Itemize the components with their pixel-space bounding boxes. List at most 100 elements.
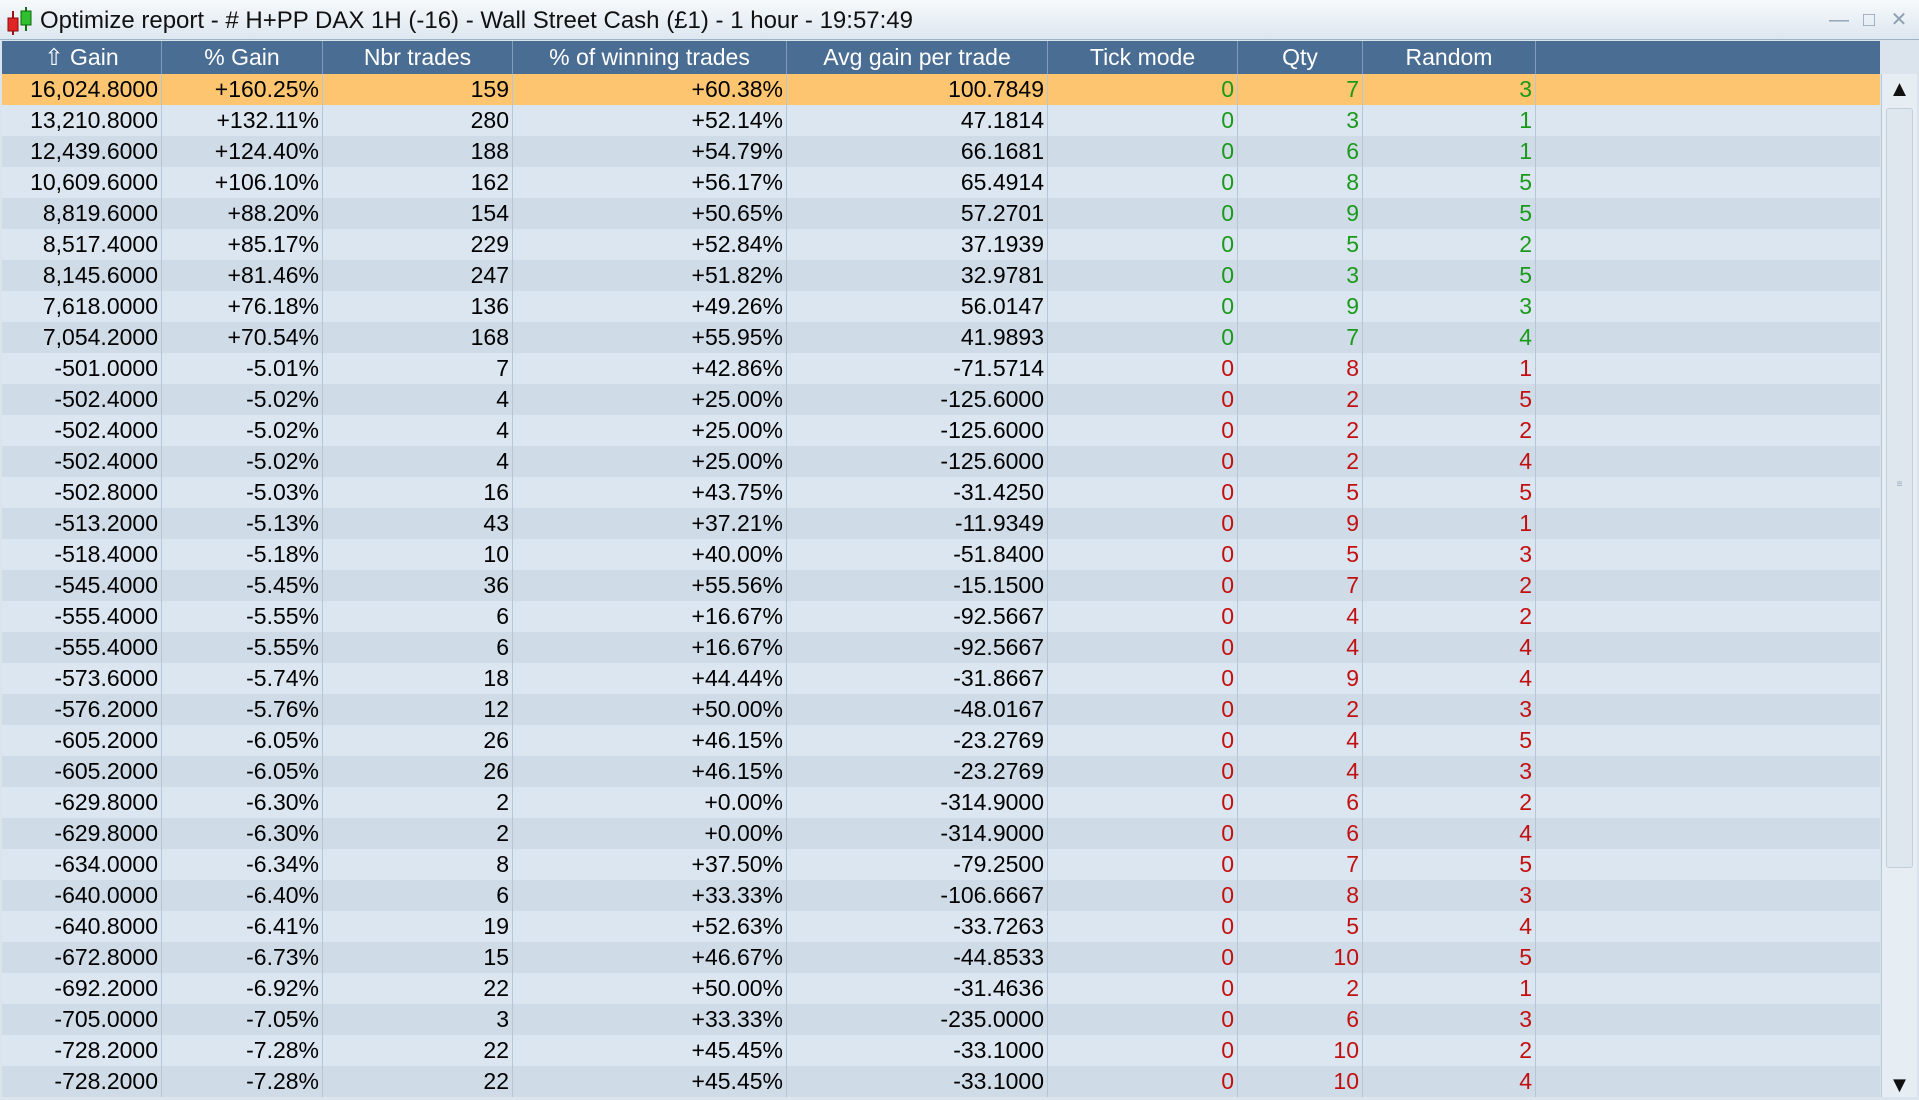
table-row[interactable]: -629.8000 -6.30% 2 +0.00% -314.9000 0 6 2	[2, 787, 1880, 818]
table-row[interactable]: -672.8000 -6.73% 15 +46.67% -44.8533 0 10 5	[2, 942, 1880, 973]
cell-tick-mode: 0	[1048, 973, 1238, 1004]
minimize-icon[interactable]: —	[1827, 8, 1851, 32]
cell-avg-gain: -125.6000	[787, 415, 1048, 446]
cell-qty: 3	[1238, 260, 1363, 291]
table-row[interactable]: -629.8000 -6.30% 2 +0.00% -314.9000 0 6 4	[2, 818, 1880, 849]
cell-qty: 2	[1238, 973, 1363, 1004]
scroll-up-arrow-icon[interactable]: ▲	[1882, 74, 1917, 104]
table-row[interactable]: 16,024.8000 +160.25% 159 +60.38% 100.7849 0 7 3	[2, 74, 1880, 105]
cell-tick-mode: 0	[1048, 291, 1238, 322]
table-row[interactable]: -728.2000 -7.28% 22 +45.45% -33.1000 0 10 2	[2, 1035, 1880, 1066]
cell-avg-gain: -235.0000	[787, 1004, 1048, 1035]
column-header-tick-mode[interactable]: Tick mode	[1048, 41, 1238, 74]
cell-gain: -576.2000	[2, 694, 162, 725]
table-row[interactable]: -545.4000 -5.45% 36 +55.56% -15.1500 0 7 2	[2, 570, 1880, 601]
cell-random: 4	[1363, 663, 1536, 694]
table-row[interactable]: 7,054.2000 +70.54% 168 +55.95% 41.9893 0 7 4	[2, 322, 1880, 353]
cell-qty: 5	[1238, 477, 1363, 508]
cell-nbr-trades: 3	[323, 1004, 513, 1035]
cell-qty: 10	[1238, 1066, 1363, 1097]
table-row[interactable]: -692.2000 -6.92% 22 +50.00% -31.4636 0 2 1	[2, 973, 1880, 1004]
table-row[interactable]: 7,618.0000 +76.18% 136 +49.26% 56.0147 0 9 3	[2, 291, 1880, 322]
table-row[interactable]: -634.0000 -6.34% 8 +37.50% -79.2500 0 7 5	[2, 849, 1880, 880]
scroll-thumb[interactable]: ≡	[1886, 108, 1913, 868]
table-row[interactable]: 8,517.4000 +85.17% 229 +52.84% 37.1939 0 5 2	[2, 229, 1880, 260]
maximize-icon[interactable]: □	[1857, 8, 1881, 32]
cell-tick-mode: 0	[1048, 539, 1238, 570]
cell-random: 2	[1363, 415, 1536, 446]
cell-qty: 9	[1238, 663, 1363, 694]
table-row[interactable]: -502.4000 -5.02% 4 +25.00% -125.6000 0 2 5	[2, 384, 1880, 415]
cell-qty: 9	[1238, 291, 1363, 322]
cell-random: 1	[1363, 353, 1536, 384]
table-row[interactable]: 8,819.6000 +88.20% 154 +50.65% 57.2701 0 9 5	[2, 198, 1880, 229]
table-row[interactable]: 12,439.6000 +124.40% 188 +54.79% 66.1681 0 6 1	[2, 136, 1880, 167]
cell-pct-winning: +0.00%	[513, 818, 787, 849]
column-header-qty[interactable]: Qty	[1238, 41, 1363, 74]
table-row[interactable]: -518.4000 -5.18% 10 +40.00% -51.8400 0 5 3	[2, 539, 1880, 570]
cell-pct-winning: +25.00%	[513, 415, 787, 446]
table-row[interactable]: -605.2000 -6.05% 26 +46.15% -23.2769 0 4 3	[2, 756, 1880, 787]
cell-gain: 10,609.6000	[2, 167, 162, 198]
cell-qty: 7	[1238, 849, 1363, 880]
table-row[interactable]: -502.8000 -5.03% 16 +43.75% -31.4250 0 5 5	[2, 477, 1880, 508]
cell-random: 3	[1363, 74, 1536, 105]
table-row[interactable]: -640.0000 -6.40% 6 +33.33% -106.6667 0 8 3	[2, 880, 1880, 911]
cell-nbr-trades: 10	[323, 539, 513, 570]
scroll-down-arrow-icon[interactable]: ▼	[1882, 1070, 1917, 1100]
table-row[interactable]: -605.2000 -6.05% 26 +46.15% -23.2769 0 4 5	[2, 725, 1880, 756]
column-header-gain[interactable]: ⇧ Gain	[2, 41, 162, 74]
table-row[interactable]: -501.0000 -5.01% 7 +42.86% -71.5714 0 8 1	[2, 353, 1880, 384]
table-row[interactable]: -728.2000 -7.28% 22 +45.45% -33.1000 0 10 4	[2, 1066, 1880, 1097]
table-row[interactable]: -502.4000 -5.02% 4 +25.00% -125.6000 0 2 2	[2, 415, 1880, 446]
table-row[interactable]: -555.4000 -5.55% 6 +16.67% -92.5667 0 4 2	[2, 601, 1880, 632]
cell-tick-mode: 0	[1048, 260, 1238, 291]
table-row[interactable]: -705.0000 -7.05% 3 +33.33% -235.0000 0 6 3	[2, 1004, 1880, 1035]
column-header-pct-winning[interactable]: % of winning trades	[513, 41, 787, 74]
cell-random: 3	[1363, 694, 1536, 725]
cell-qty: 2	[1238, 694, 1363, 725]
cell-random: 4	[1363, 1066, 1536, 1097]
cell-gain: -502.4000	[2, 446, 162, 477]
table-row[interactable]: -555.4000 -5.55% 6 +16.67% -92.5667 0 4 4	[2, 632, 1880, 663]
column-header-nbr-trades[interactable]: Nbr trades	[323, 41, 513, 74]
table-row[interactable]: -640.8000 -6.41% 19 +52.63% -33.7263 0 5 4	[2, 911, 1880, 942]
cell-pct-gain: +85.17%	[162, 229, 323, 260]
cell-nbr-trades: 7	[323, 353, 513, 384]
column-header-avg-gain[interactable]: Avg gain per trade	[787, 41, 1048, 74]
table-row[interactable]: 10,609.6000 +106.10% 162 +56.17% 65.4914 0 8 5	[2, 167, 1880, 198]
cell-avg-gain: 32.9781	[787, 260, 1048, 291]
column-header-label: Tick mode	[1089, 44, 1196, 70]
cell-pct-gain: -6.30%	[162, 787, 323, 818]
cell-nbr-trades: 8	[323, 849, 513, 880]
cell-nbr-trades: 12	[323, 694, 513, 725]
cell-avg-gain: -44.8533	[787, 942, 1048, 973]
table-row[interactable]: -513.2000 -5.13% 43 +37.21% -11.9349 0 9 1	[2, 508, 1880, 539]
cell-nbr-trades: 6	[323, 880, 513, 911]
title-bar[interactable]: Optimize report - # H+PP DAX 1H (-16) - …	[0, 0, 1919, 40]
cell-avg-gain: -314.9000	[787, 818, 1048, 849]
cell-pct-gain: -6.40%	[162, 880, 323, 911]
cell-gain: -573.6000	[2, 663, 162, 694]
thumb-grip-icon: ≡	[1896, 479, 1903, 490]
vertical-scrollbar[interactable]: ▲ ≡ ▼	[1881, 74, 1917, 1100]
cell-random: 3	[1363, 880, 1536, 911]
column-header-random[interactable]: Random	[1363, 41, 1536, 74]
cell-pct-gain: +70.54%	[162, 322, 323, 353]
table-row[interactable]: 13,210.8000 +132.11% 280 +52.14% 47.1814 0 3 1	[2, 105, 1880, 136]
cell-tick-mode: 0	[1048, 322, 1238, 353]
optimize-report-window: Optimize report - # H+PP DAX 1H (-16) - …	[0, 0, 1919, 1100]
cell-tick-mode: 0	[1048, 663, 1238, 694]
cell-pct-winning: +52.84%	[513, 229, 787, 260]
table-row[interactable]: -573.6000 -5.74% 18 +44.44% -31.8667 0 9 4	[2, 663, 1880, 694]
cell-tick-mode: 0	[1048, 725, 1238, 756]
cell-nbr-trades: 43	[323, 508, 513, 539]
close-icon[interactable]: ✕	[1887, 8, 1911, 32]
column-header-pct-gain[interactable]: % Gain	[162, 41, 323, 74]
table-row[interactable]: -576.2000 -5.76% 12 +50.00% -48.0167 0 2 3	[2, 694, 1880, 725]
table-row[interactable]: 8,145.6000 +81.46% 247 +51.82% 32.9781 0 3 5	[2, 260, 1880, 291]
cell-tick-mode: 0	[1048, 136, 1238, 167]
cell-avg-gain: -31.4636	[787, 973, 1048, 1004]
table-row[interactable]: -502.4000 -5.02% 4 +25.00% -125.6000 0 2 4	[2, 446, 1880, 477]
cell-gain: -518.4000	[2, 539, 162, 570]
